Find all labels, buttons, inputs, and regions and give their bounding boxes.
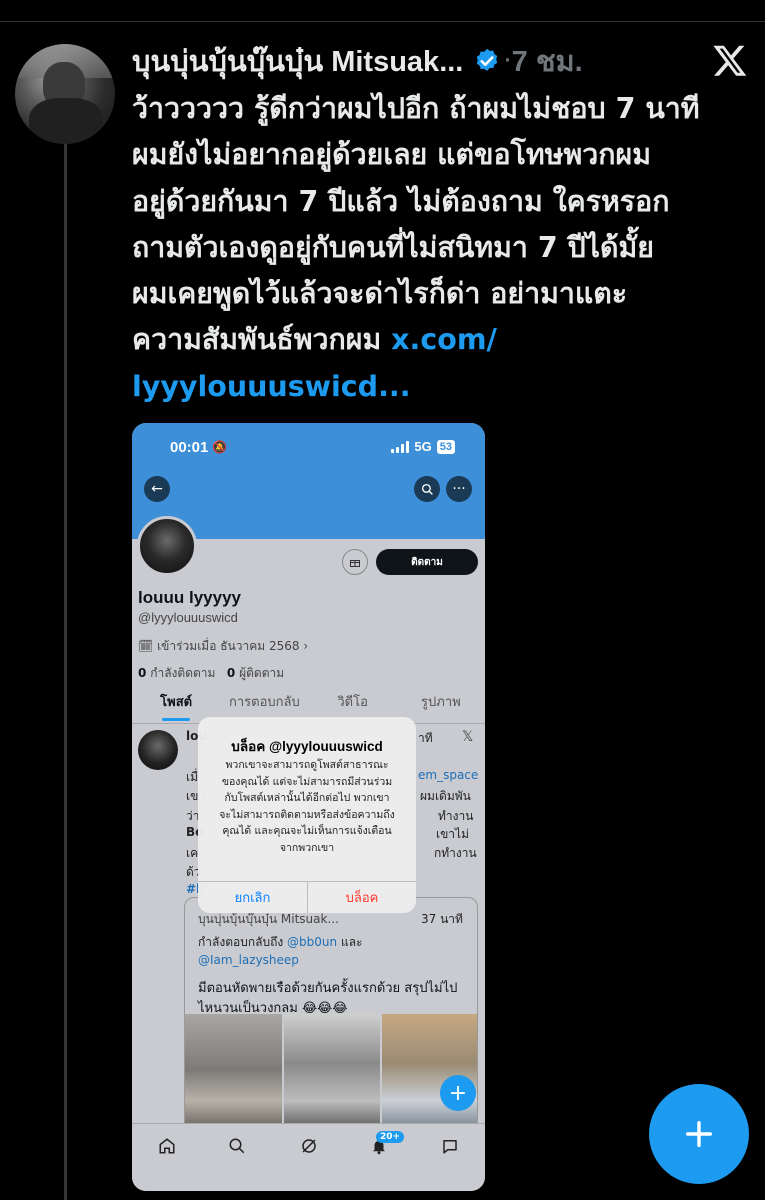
verified-badge-icon (477, 48, 498, 71)
joined-date: 🗓 เข้าร่วมเมื่อ ธันวาคม 2568 › (138, 639, 309, 653)
following-label[interactable]: กำลังติดตาม (150, 666, 215, 680)
reply-and: และ (340, 935, 363, 949)
quoted-post[interactable]: บุนบุ่นบุ้นบุ๊นบุ๋น Mitsuak... 37 นาที ก… (184, 897, 478, 1137)
dialog-body-line: ของคุณได้ แต่จะไม่สามารถมีส่วนร่วม (221, 775, 393, 788)
search-icon[interactable] (227, 1136, 247, 1156)
status-time: 00:01 (170, 439, 209, 456)
profile-handle: @lyyylouuuswicd (138, 610, 238, 625)
top-divider (0, 21, 765, 22)
quote-photos[interactable] (185, 1014, 477, 1136)
post-text-fragment: ผมเดิมพัน (420, 789, 471, 803)
post-time-fragment: าที (418, 731, 433, 745)
tweet-link[interactable]: x.com/ (391, 323, 497, 356)
dialog-body-line: จะไม่สามารถติดตามหรือส่งข้อความถึง (219, 808, 395, 821)
quote-time: 37 นาที (421, 912, 463, 926)
battery-badge: 53 (436, 439, 455, 454)
compose-button-small[interactable]: + (440, 1075, 476, 1111)
mail-icon[interactable] (440, 1136, 460, 1156)
home-icon[interactable] (157, 1136, 177, 1156)
calendar-icon: 🗓 (138, 639, 158, 653)
photo[interactable] (185, 1014, 282, 1136)
block-dialog: บล็อค @lyyylouuuswicd พวกเขาจะสามารถดูโพ… (198, 717, 416, 913)
dialog-body-line: กับโพสต์เหล่านั้นได้อีกต่อไป พวกเขา (224, 792, 390, 804)
signal-icon (391, 440, 410, 453)
following-count: 0 (138, 666, 147, 680)
post-text-fragment: เค (186, 846, 199, 860)
separator-dot: · (503, 46, 512, 76)
thread-line (64, 140, 67, 1200)
tweet-line: ว้าววววว รู้ดีกว่าผมไปอีก ถ้าผมไม่ชอบ 7 … (132, 92, 700, 125)
joined-text: เข้าร่วมเมื่อ ธันวาคม 2568 (157, 639, 300, 653)
dialog-body-line: คุณได้ และคุณจะไม่เห็นการแจ้งเตือน (222, 825, 392, 837)
plus-icon (685, 1120, 713, 1148)
bottom-nav: 20+ (132, 1123, 485, 1191)
avatar[interactable] (15, 44, 115, 144)
author-name[interactable]: บุนบุ่นบุ้นบุ๊นบุ๋น Mitsuak... (132, 38, 463, 84)
profile-stats: 0 กำลังติดตาม 0 ผู้ติดตาม (138, 664, 284, 683)
followers-count: 0 (226, 666, 236, 680)
attached-image[interactable]: 00:01 🔕 5G 53 ← ··· ติดตาม louuu lyyyyy … (132, 423, 485, 1191)
tweet-text: ว้าววววว รู้ดีกว่าผมไปอีก ถ้าผมไม่ชอบ 7 … (132, 86, 752, 410)
notification-badge: 20+ (376, 1131, 405, 1143)
tweet-line-text: ความสัมพันธ์พวกผม (132, 323, 392, 357)
follow-button[interactable]: ติดตาม (376, 549, 478, 575)
dialog-title: บล็อค @lyyylouuuswicd (231, 739, 383, 754)
tweet-line: ผมเคยพูดไว้แล้วจะด่าไรก็ด่า อย่ามาแตะ (132, 277, 628, 311)
reply-mention[interactable]: @bb0un (287, 935, 337, 949)
quote-reply-line: กำลังตอบกลับถึง @bb0un และ (198, 933, 363, 952)
block-button[interactable]: บล็อค (308, 881, 416, 913)
x-logo-icon: 𝕏 (462, 729, 474, 745)
dialog-body-line: จากพวกเขา (279, 841, 335, 854)
profile-name: louuu lyyyyy (138, 588, 241, 607)
search-icon[interactable] (414, 476, 440, 502)
tweet-line: อยู่ด้วยกันมา 7 ปีแล้ว ไม่ต้องถาม ใครหรอ… (132, 184, 670, 218)
dialog-body-line: พวกเขาจะสามารถดูโพสต์สาธารณะ (225, 759, 389, 771)
tweet-time[interactable]: 7 ชม. (512, 38, 583, 84)
grok-icon[interactable] (299, 1136, 319, 1156)
post-text-fragment: กทำงาน (434, 846, 477, 860)
tweet-link-continued[interactable]: lyyylouuuswicd... (132, 364, 752, 410)
dialog-body: พวกเขาจะสามารถดูโพสต์สาธารณะ ของคุณได้ แ… (208, 757, 406, 856)
network-label: 5G (414, 439, 432, 454)
reply-prefix: กำลังตอบกลับถึง (198, 935, 284, 949)
reply-mention[interactable]: @Iam_lazysheep (198, 953, 299, 967)
tweet-line: ผมยังไม่อยากอยู่ด้วยเลย แต่ขอโทษพวกผม (132, 138, 652, 172)
profile-avatar[interactable] (137, 516, 197, 576)
tweet-line: ถามตัวเองดูอยู่กับคนที่ไม่สนิทมา 7 ปีได้… (132, 230, 655, 264)
post-text-fragment: เมื่ (186, 770, 199, 784)
post-mention-fragment[interactable]: em_space (418, 768, 478, 782)
cancel-button[interactable]: ยกเลิก (198, 881, 307, 913)
compose-button[interactable] (649, 1084, 749, 1184)
photo[interactable] (283, 1014, 381, 1136)
x-logo-icon[interactable] (712, 42, 748, 78)
status-right: 5G 53 (391, 439, 455, 454)
gift-icon[interactable] (342, 549, 368, 575)
post-avatar[interactable] (138, 730, 178, 770)
followers-label[interactable]: ผู้ติดตาม (239, 666, 284, 680)
tweet-header: บุนบุ่นบุ้นบุ๊นบุ๋น Mitsuak... · 7 ชม. (132, 40, 583, 82)
quote-text: มีตอนหัดพายเรือด้วยกันครั้งแรกด้วย สรุปไ… (198, 981, 458, 996)
post-text-fragment: ทำงาน (438, 809, 474, 823)
back-arrow-icon[interactable]: ← (144, 476, 170, 502)
mute-bell-icon: 🔕 (212, 440, 227, 454)
tweet-line: ความสัมพันธ์พวกผม x.com/ (132, 317, 752, 363)
more-icon[interactable]: ··· (446, 476, 472, 502)
post-text-fragment: เขาไม่ (436, 827, 469, 841)
